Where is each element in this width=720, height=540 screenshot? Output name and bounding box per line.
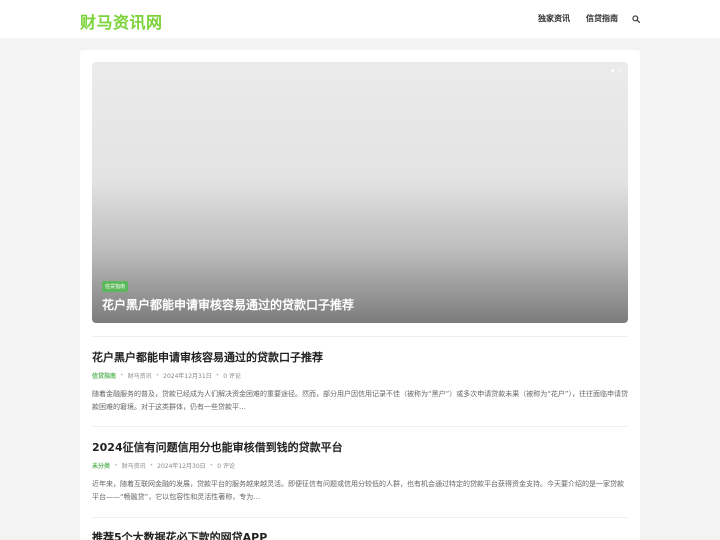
slide-category-badge[interactable]: 信贷指南 [102, 281, 129, 292]
post-title[interactable]: 2024征信有问题信用分也能审核借到钱的贷款平台 [92, 439, 628, 455]
post-item: 2024征信有问题信用分也能审核借到钱的贷款平台 未分类 • 财马资讯 • 20… [92, 439, 628, 504]
post-date: 2024年12月30日 [157, 463, 206, 470]
content-card: 信贷指南 花户黑户都能申请审核容易通过的贷款口子推荐 花户黑户都能申请审核容易通… [80, 50, 640, 540]
nav-item-exclusive-news[interactable]: 独家资讯 [538, 13, 570, 24]
post-category[interactable]: 信贷指南 [92, 371, 116, 380]
slider-dot[interactable] [619, 69, 622, 72]
meta-separator: • [149, 462, 154, 469]
post-meta: 信贷指南 • 财马资讯 • 2024年12月31日 • 0 评论 [92, 371, 628, 380]
post-excerpt: 近年来，随着互联网金融的发展，贷款平台的服务越来越灵活。即便征信有问题或信用分较… [92, 480, 624, 501]
divider [92, 336, 628, 337]
post-meta: 未分类 • 财马资讯 • 2024年12月30日 • 0 评论 [92, 461, 628, 470]
post-comments[interactable]: 0 评论 [217, 461, 235, 470]
post-title[interactable]: 花户黑户都能申请审核容易通过的贷款口子推荐 [92, 349, 628, 365]
post-comments[interactable]: 0 评论 [223, 371, 241, 380]
nav-item-credit-guide[interactable]: 信贷指南 [586, 13, 618, 24]
slider-pagination [606, 69, 622, 72]
post-date: 2024年12月31日 [163, 373, 212, 380]
meta-separator: • [155, 372, 160, 379]
post-author[interactable]: 财马资讯 [128, 371, 152, 380]
site-header: 财马资讯网 独家资讯 信贷指南 [0, 0, 720, 38]
divider [92, 426, 628, 427]
post-author[interactable]: 财马资讯 [122, 461, 146, 470]
post-category[interactable]: 未分类 [92, 461, 110, 470]
site-logo[interactable]: 财马资讯网 [80, 9, 163, 33]
post-title[interactable]: 推荐5个大数据花必下款的网贷APP [92, 529, 628, 540]
featured-slider[interactable]: 信贷指南 花户黑户都能申请审核容易通过的贷款口子推荐 [92, 62, 628, 323]
post-item: 推荐5个大数据花必下款的网贷APP [92, 529, 628, 540]
search-icon[interactable] [632, 14, 640, 23]
meta-separator: • [114, 462, 118, 469]
slider-dot-active[interactable] [611, 69, 614, 72]
meta-separator: • [209, 462, 214, 469]
post-excerpt: 随着金融服务的普及，贷款已经成为人们解决资金困难的重要途径。然而，部分用户因信用… [92, 390, 629, 411]
meta-separator: • [215, 372, 220, 379]
slide-title[interactable]: 花户黑户都能申请审核容易通过的贷款口子推荐 [102, 296, 354, 313]
divider [92, 517, 628, 518]
post-item: 花户黑户都能申请审核容易通过的贷款口子推荐 信贷指南 • 财马资讯 • 2024… [92, 349, 628, 414]
meta-separator: • [120, 372, 124, 379]
main-nav: 独家资讯 信贷指南 [522, 13, 640, 24]
